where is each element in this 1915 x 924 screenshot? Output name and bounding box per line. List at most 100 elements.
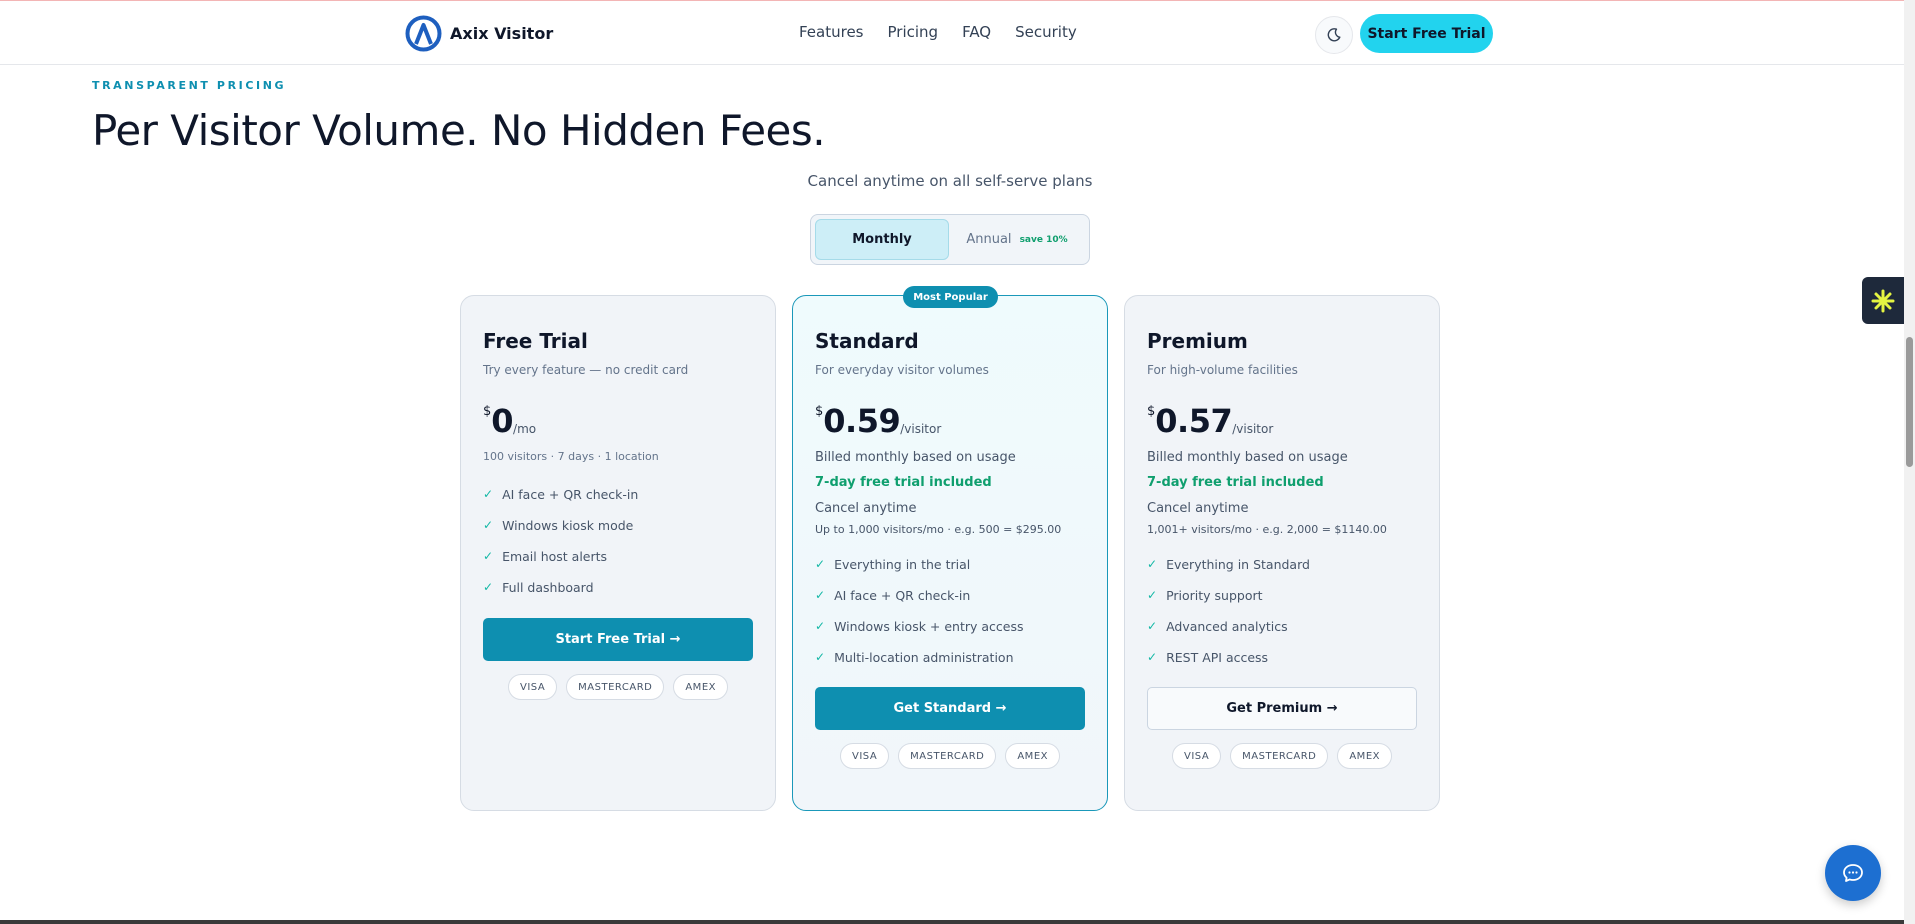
nav-security[interactable]: Security <box>1015 23 1077 41</box>
price-unit: /visitor <box>900 422 942 436</box>
plan-limits-note: 100 visitors · 7 days · 1 location <box>483 450 659 463</box>
plan-name: Standard <box>815 329 919 353</box>
chat-launcher-button[interactable] <box>1825 845 1881 901</box>
check-icon: ✓ <box>483 487 494 501</box>
plan-features: ✓ Everything in the trial ✓ AI face + QR c… <box>815 557 1085 681</box>
plan-price: $ 0.59 /visitor <box>815 401 1085 441</box>
billing-monthly-option[interactable]: Monthly <box>815 219 949 260</box>
check-icon: ✓ <box>815 557 826 571</box>
check-icon: ✓ <box>1147 619 1158 633</box>
main-nav: Features Pricing FAQ Security <box>799 23 1077 41</box>
theme-toggle-button[interactable] <box>1315 16 1353 54</box>
payment-methods: VISA MASTERCARD AMEX <box>1147 743 1417 769</box>
check-icon: ✓ <box>483 580 494 594</box>
feature-item: ✓ Advanced analytics <box>1147 619 1288 634</box>
mastercard-badge: MASTERCARD <box>898 743 997 769</box>
feature-item: ✓ Everything in Standard <box>1147 557 1310 572</box>
plan-name: Premium <box>1147 329 1248 353</box>
start-free-trial-plan-button[interactable]: Start Free Trial → <box>483 618 753 661</box>
feature-item: ✓ Windows kiosk mode <box>483 518 634 533</box>
page-scrollbar[interactable] <box>1904 0 1915 924</box>
footer-edge <box>0 920 1904 924</box>
plan-description: Try every feature — no credit card <box>483 363 689 377</box>
plan-features: ✓ Everything in Standard ✓ Priority suppor… <box>1147 557 1417 681</box>
payment-methods: VISA MASTERCARD AMEX <box>483 674 753 700</box>
payment-methods: VISA MASTERCARD AMEX <box>815 743 1085 769</box>
mastercard-badge: MASTERCARD <box>566 674 665 700</box>
feature-item: ✓ Email host alerts <box>483 549 608 564</box>
plan-description: For high-volume facilities <box>1147 363 1298 377</box>
annual-save-badge: save 10% <box>1019 234 1068 245</box>
plan-price: $ 0 /mo <box>483 401 753 441</box>
feature-item: ✓ AI face + QR check-in <box>483 487 639 502</box>
feature-item: ✓ Priority support <box>1147 588 1263 603</box>
feature-item: ✓ REST API access <box>1147 650 1269 665</box>
nav-features[interactable]: Features <box>799 23 864 41</box>
check-icon: ✓ <box>815 588 826 602</box>
mastercard-badge: MASTERCARD <box>1230 743 1329 769</box>
visa-badge: VISA <box>1172 743 1222 769</box>
billing-note: Billed monthly based on usage <box>1147 450 1348 465</box>
brand-name: Axix Visitor <box>450 24 554 43</box>
check-icon: ✓ <box>1147 588 1158 602</box>
feature-item: ✓ Multi-location administration <box>815 650 1014 665</box>
pricing-example: 1,001+ visitors/mo · e.g. 2,000 = $1140.… <box>1147 523 1387 536</box>
axix-logo-icon <box>405 15 442 52</box>
moon-icon <box>1327 28 1341 42</box>
plan-price: $ 0.57 /visitor <box>1147 401 1417 441</box>
nav-faq[interactable]: FAQ <box>962 23 991 41</box>
trial-included-note: 7-day free trial included <box>1147 475 1324 490</box>
feature-item: ✓ Windows kiosk + entry access <box>815 619 1024 634</box>
price-currency: $ <box>483 404 492 419</box>
get-standard-button[interactable]: Get Standard → <box>815 687 1085 730</box>
price-amount: 0 <box>491 402 514 440</box>
feature-item: ✓ Everything in the trial <box>815 557 971 572</box>
accessibility-widget-button[interactable] <box>1862 277 1904 324</box>
price-unit: /mo <box>513 422 537 436</box>
plan-description: For everyday visitor volumes <box>815 363 989 377</box>
page-subtitle: Cancel anytime on all self-serve plans <box>807 172 1093 190</box>
feature-item: ✓ AI face + QR check-in <box>815 588 971 603</box>
cancel-note: Cancel anytime <box>815 501 917 516</box>
site-header: Axix Visitor Features Pricing FAQ Securi… <box>0 1 1904 65</box>
plan-name: Free Trial <box>483 329 588 353</box>
trial-included-note: 7-day free trial included <box>815 475 992 490</box>
plan-card-standard: Most Popular Standard For everyday visit… <box>792 286 1108 811</box>
start-free-trial-button[interactable]: Start Free Trial <box>1360 14 1493 53</box>
check-icon: ✓ <box>1147 650 1158 664</box>
cancel-note: Cancel anytime <box>1147 501 1249 516</box>
nav-pricing[interactable]: Pricing <box>888 23 939 41</box>
price-currency: $ <box>815 404 824 419</box>
section-eyebrow: TRANSPARENT PRICING <box>92 79 287 92</box>
check-icon: ✓ <box>815 619 826 633</box>
amex-badge: AMEX <box>673 674 728 700</box>
check-icon: ✓ <box>1147 557 1158 571</box>
plan-card-free-trial: Free Trial Try every feature — no credit… <box>460 295 776 811</box>
page-title: Per Visitor Volume. No Hidden Fees. <box>92 106 826 155</box>
check-icon: ✓ <box>483 549 494 563</box>
billing-toggle: Monthly Annual save 10% <box>810 214 1090 265</box>
check-icon: ✓ <box>483 518 494 532</box>
price-amount: 0.59 <box>823 402 901 440</box>
check-icon: ✓ <box>815 650 826 664</box>
most-popular-badge: Most Popular <box>903 286 998 308</box>
annual-label: Annual <box>966 232 1012 247</box>
chat-bubble-icon <box>1843 864 1863 882</box>
price-currency: $ <box>1147 404 1156 419</box>
pricing-example: Up to 1,000 visitors/mo · e.g. 500 = $29… <box>815 523 1062 536</box>
feature-item: ✓ Full dashboard <box>483 580 594 595</box>
billing-note: Billed monthly based on usage <box>815 450 1016 465</box>
price-amount: 0.57 <box>1155 402 1233 440</box>
amex-badge: AMEX <box>1337 743 1392 769</box>
visa-badge: VISA <box>840 743 890 769</box>
amex-badge: AMEX <box>1005 743 1060 769</box>
scrollbar-thumb[interactable] <box>1906 337 1913 467</box>
plan-card-premium: Premium For high-volume facilities $ 0.5… <box>1124 295 1440 811</box>
get-premium-button[interactable]: Get Premium → <box>1147 687 1417 730</box>
asterisk-icon <box>1871 289 1895 312</box>
plan-features: ✓ AI face + QR check-in ✓ Windows kiosk mo… <box>483 487 753 611</box>
brand-logo[interactable]: Axix Visitor <box>405 15 553 52</box>
visa-badge: VISA <box>508 674 558 700</box>
price-unit: /visitor <box>1232 422 1274 436</box>
billing-annual-option[interactable]: Annual save 10% <box>949 219 1085 260</box>
